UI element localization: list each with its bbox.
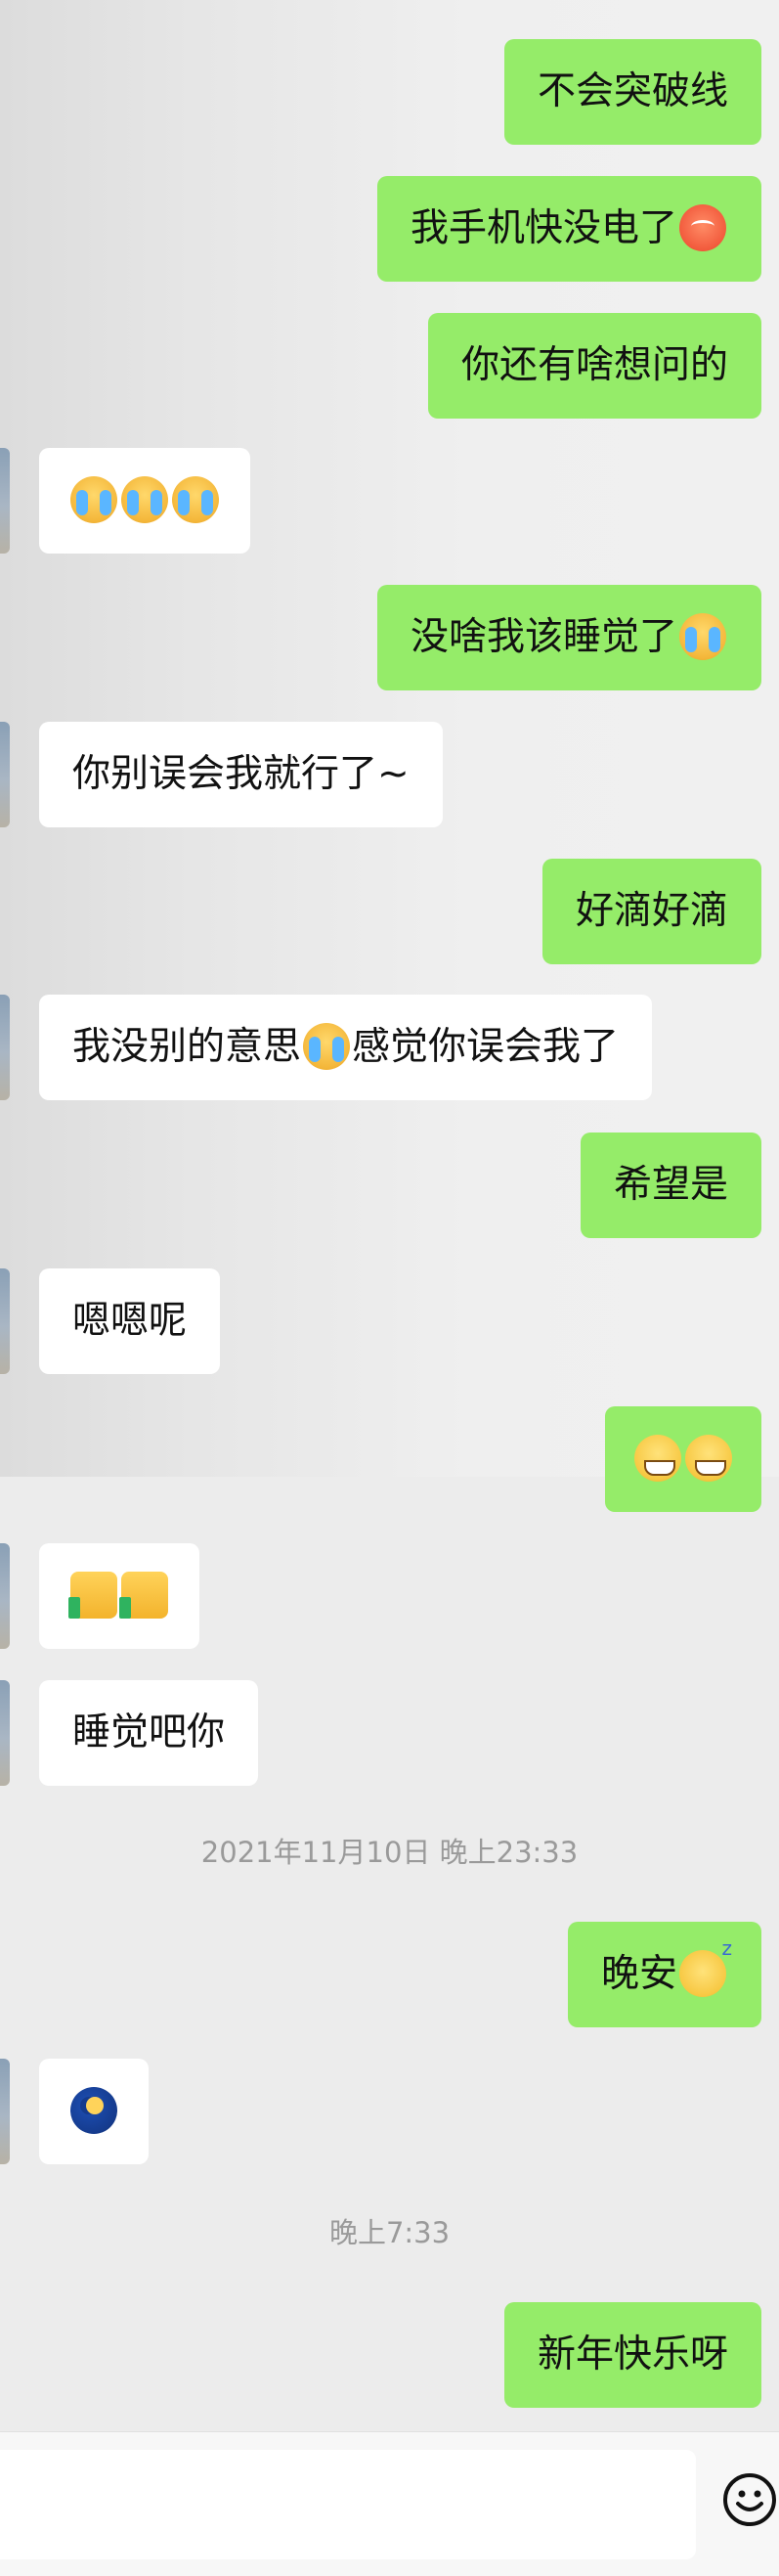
- message-bubble-outgoing[interactable]: 新年快乐呀: [503, 2302, 761, 2408]
- message-text: 睡觉吧你: [72, 1710, 226, 1754]
- message-bubble-incoming[interactable]: 睡觉吧你: [39, 1680, 259, 1786]
- moon-emoji-icon: [70, 2086, 117, 2134]
- contact-avatar[interactable]: [0, 1268, 10, 1374]
- message-text: 好滴好滴: [575, 889, 728, 933]
- message-bubble-outgoing[interactable]: 好滴好滴: [541, 859, 761, 964]
- grin-emoji-icon: [685, 1434, 732, 1482]
- message-bubble-incoming[interactable]: 我没别的意思 感觉你误会我了: [39, 995, 653, 1100]
- cry-laugh-emoji-icon: [121, 475, 168, 523]
- message-text: 新年快乐呀: [537, 2332, 728, 2376]
- contact-avatar[interactable]: [0, 995, 10, 1100]
- grin-emoji-icon: [634, 1434, 681, 1482]
- message-bubble-outgoing[interactable]: 不会突破线: [503, 39, 761, 145]
- message-text: 希望是: [613, 1163, 728, 1207]
- message-input-bar: [0, 2431, 779, 2576]
- message-bubble-outgoing[interactable]: 你还有啥想问的: [427, 313, 761, 419]
- message-bubble-outgoing[interactable]: 我手机快没电了: [376, 176, 761, 282]
- message-bubble-outgoing[interactable]: 晚安: [567, 1922, 761, 2027]
- cry-laugh-emoji-icon: [172, 475, 219, 523]
- chat-screen: 不会突破线 我手机快没电了 你还有啥想问的 没啥我该睡觉了 你别误会我就行了~ …: [0, 0, 779, 2576]
- message-text: 嗯嗯呢: [72, 1299, 188, 1343]
- message-text: 你别误会我就行了~: [72, 752, 410, 796]
- dizzy-emoji-icon: [679, 203, 726, 251]
- timestamp: 2021年11月10日 晚上23:33: [200, 1836, 579, 1869]
- message-text: 感觉你误会我了: [352, 1025, 620, 1069]
- contact-avatar[interactable]: [0, 2059, 10, 2164]
- message-bubble-outgoing[interactable]: [605, 1406, 761, 1512]
- message-text: 不会突破线: [537, 69, 728, 113]
- thumbs-up-emoji-icon: [119, 1571, 168, 1619]
- message-input[interactable]: [0, 2450, 696, 2559]
- message-text: 我手机快没电了: [410, 206, 677, 250]
- cry-laugh-emoji-icon: [679, 612, 726, 660]
- timestamp: 晚上7:33: [328, 2216, 451, 2249]
- message-bubble-outgoing[interactable]: 没啥我该睡觉了: [376, 585, 761, 690]
- message-bubble-incoming[interactable]: 嗯嗯呢: [39, 1268, 221, 1374]
- contact-avatar[interactable]: [0, 722, 10, 827]
- message-bubble-incoming[interactable]: [39, 1543, 199, 1649]
- message-text: 你还有啥想问的: [460, 343, 728, 387]
- message-text: 没啥我该睡觉了: [410, 615, 677, 659]
- contact-avatar[interactable]: [0, 1680, 10, 1786]
- sleeping-emoji-icon: [679, 1938, 732, 1997]
- message-bubble-incoming[interactable]: 你别误会我就行了~: [39, 722, 443, 827]
- message-text: 晚安: [600, 1952, 677, 1996]
- cry-laugh-emoji-icon: [70, 475, 117, 523]
- message-bubble-incoming[interactable]: [39, 2059, 149, 2164]
- smiley-face-icon[interactable]: [721, 2471, 778, 2528]
- contact-avatar[interactable]: [0, 448, 10, 554]
- message-bubble-incoming[interactable]: [39, 448, 250, 554]
- message-bubble-outgoing[interactable]: 希望是: [580, 1133, 761, 1238]
- cry-laugh-emoji-icon: [303, 1022, 351, 1070]
- message-text: 我没别的意思: [72, 1025, 302, 1069]
- thumbs-up-emoji-icon: [68, 1571, 117, 1619]
- contact-avatar[interactable]: [0, 1543, 10, 1649]
